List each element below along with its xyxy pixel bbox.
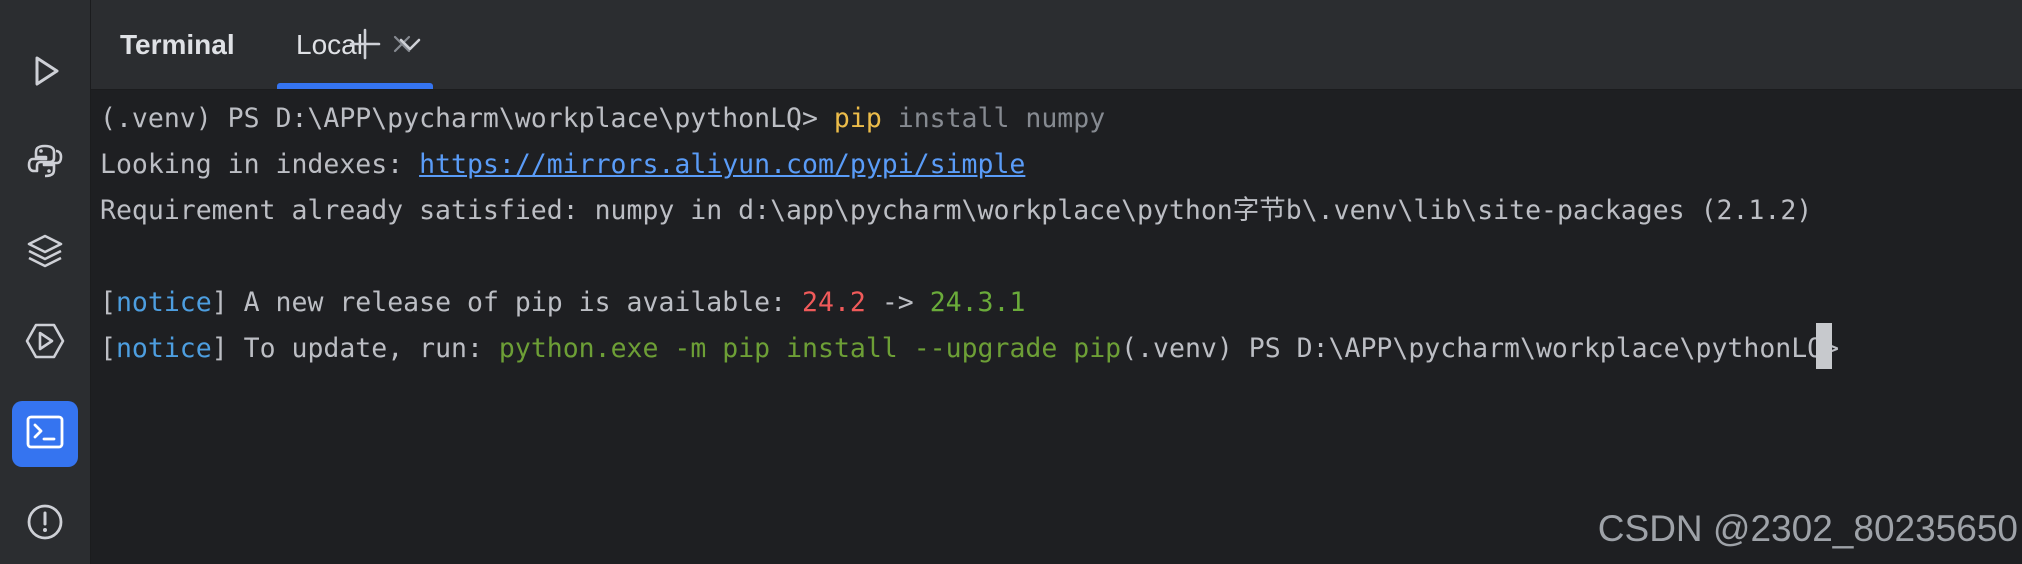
services-button[interactable] [12, 310, 78, 376]
text-cursor [1816, 323, 1832, 369]
chevron-down-icon[interactable] [390, 24, 430, 64]
old-version: 24.2 [802, 287, 866, 318]
terminal-button[interactable] [12, 401, 78, 467]
python-console-icon [24, 140, 66, 187]
command-args: install numpy [881, 103, 1106, 134]
terminal-line-4: [notice] A new release of pip is availab… [100, 280, 1025, 326]
tool-window-title: Terminal [120, 29, 235, 60]
problems-icon [24, 501, 66, 548]
terminal-line-5: [notice] To update, run: python.exe -m p… [100, 326, 1855, 372]
bracket-open: [ [100, 333, 116, 364]
run-icon [24, 50, 66, 97]
services-icon [24, 320, 66, 367]
shell-prompt: (.venv) PS D:\APP\pycharm\workplace\pyth… [1121, 333, 1856, 364]
index-label: Looking in indexes: [100, 149, 420, 180]
terminal-line-3: Requirement already satisfied: numpy in … [100, 188, 1812, 234]
terminal-icon [24, 411, 66, 458]
terminal-line-2: Looking in indexes: https://mirrors.aliy… [100, 142, 1025, 188]
notice-tag: notice [115, 287, 212, 318]
command-name: pip [833, 103, 882, 134]
active-tab-indicator [277, 83, 433, 89]
terminal-line-1: (.venv) PS D:\APP\pycharm\workplace\pyth… [100, 96, 1105, 142]
requirement-text: Requirement already satisfied: numpy in … [100, 195, 1813, 226]
tool-window-sidebar [0, 0, 91, 564]
bracket-open: [ [100, 287, 116, 318]
layers-button[interactable] [12, 220, 78, 286]
shell-prompt: (.venv) PS D:\APP\pycharm\workplace\pyth… [100, 103, 834, 134]
bracket-close: ] [211, 333, 228, 364]
layers-icon [24, 230, 66, 277]
watermark: CSDN @2302_80235650 [1597, 508, 2018, 549]
terminal-output[interactable]: (.venv) PS D:\APP\pycharm\workplace\pyth… [100, 96, 2022, 564]
version-arrow: -> [865, 287, 930, 318]
python-console-button[interactable] [12, 130, 78, 196]
notice-text: A new release of pip is available: [227, 287, 803, 318]
notice-tag: notice [115, 333, 212, 364]
notice-text: To update, run: [227, 333, 499, 364]
new-tab-icon[interactable] [345, 24, 385, 64]
ide-window: Terminal Local (.venv) PS D:\APP\pycharm… [0, 0, 2022, 564]
terminal-header: Terminal Local [91, 0, 2022, 90]
index-url-link[interactable]: https://mirrors.aliyun.com/pypi/simple [419, 149, 1025, 180]
run-button[interactable] [12, 40, 78, 106]
bracket-close: ] [211, 287, 228, 318]
problems-button[interactable] [12, 491, 78, 557]
new-version: 24.3.1 [929, 287, 1026, 318]
upgrade-command: python.exe -m pip install --upgrade pip [498, 333, 1122, 364]
